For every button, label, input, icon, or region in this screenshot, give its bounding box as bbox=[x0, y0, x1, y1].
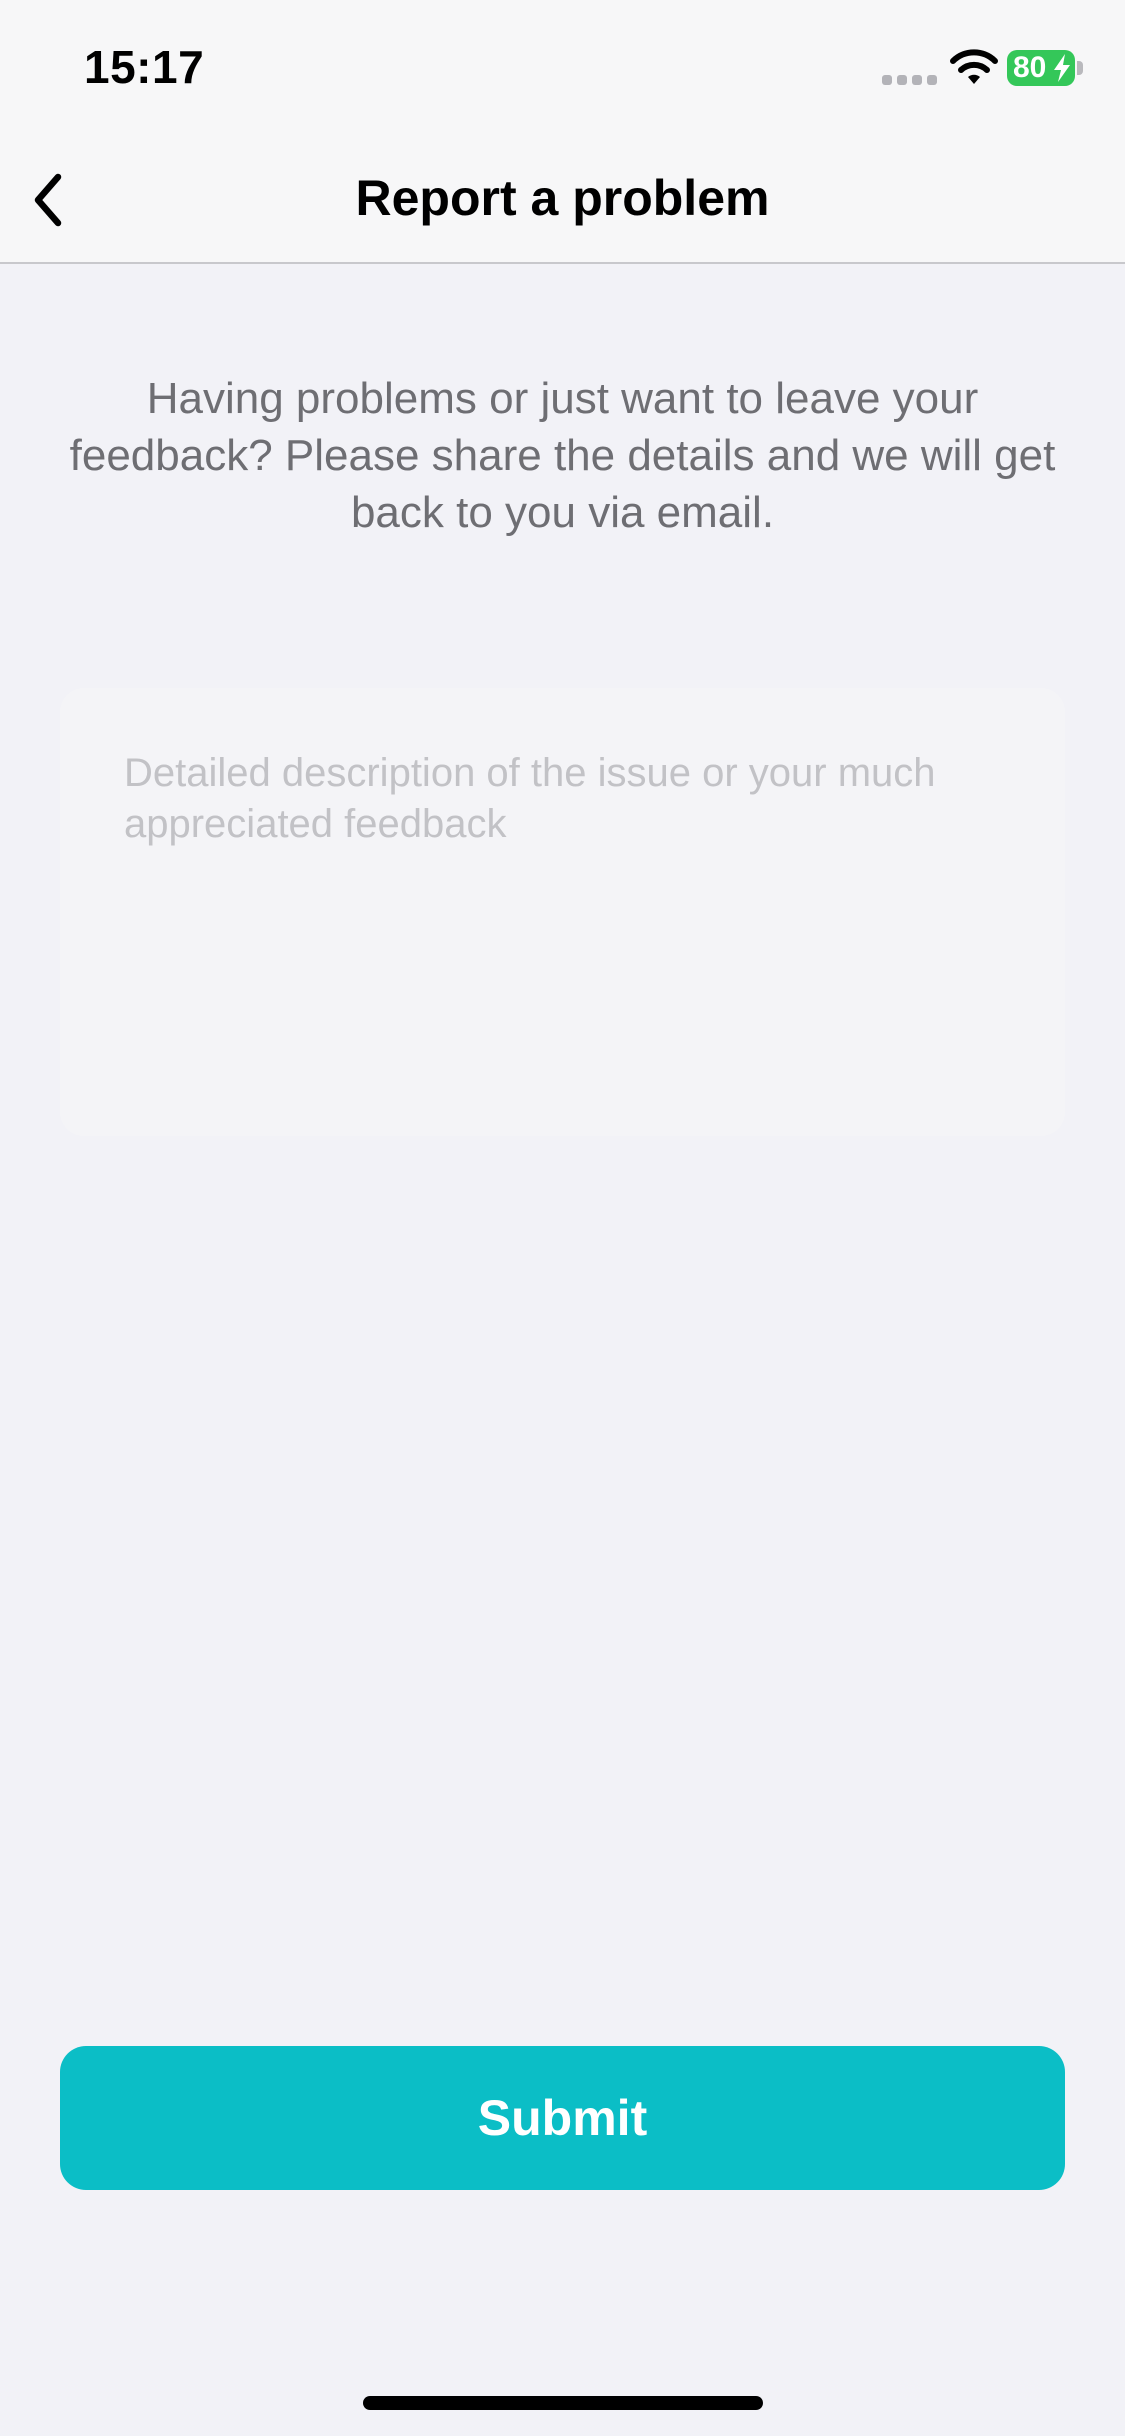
feedback-textarea[interactable] bbox=[60, 688, 1065, 1136]
battery-indicator: 80 bbox=[1007, 50, 1075, 86]
navigation-bar: Report a problem bbox=[0, 135, 1125, 264]
page-title: Report a problem bbox=[355, 170, 770, 226]
status-bar: 15:17 80 bbox=[0, 0, 1125, 135]
battery-cap bbox=[1077, 61, 1083, 75]
battery-charging-icon bbox=[1054, 54, 1070, 82]
intro-text: Having problems or just want to leave yo… bbox=[69, 374, 1056, 537]
status-time: 15:17 bbox=[84, 41, 205, 93]
battery-level: 80 bbox=[1013, 51, 1047, 84]
wifi-icon bbox=[950, 49, 998, 84]
submit-button[interactable]: Submit bbox=[60, 2046, 1065, 2190]
signal-dots-icon bbox=[882, 75, 937, 85]
home-indicator[interactable] bbox=[363, 2396, 763, 2410]
